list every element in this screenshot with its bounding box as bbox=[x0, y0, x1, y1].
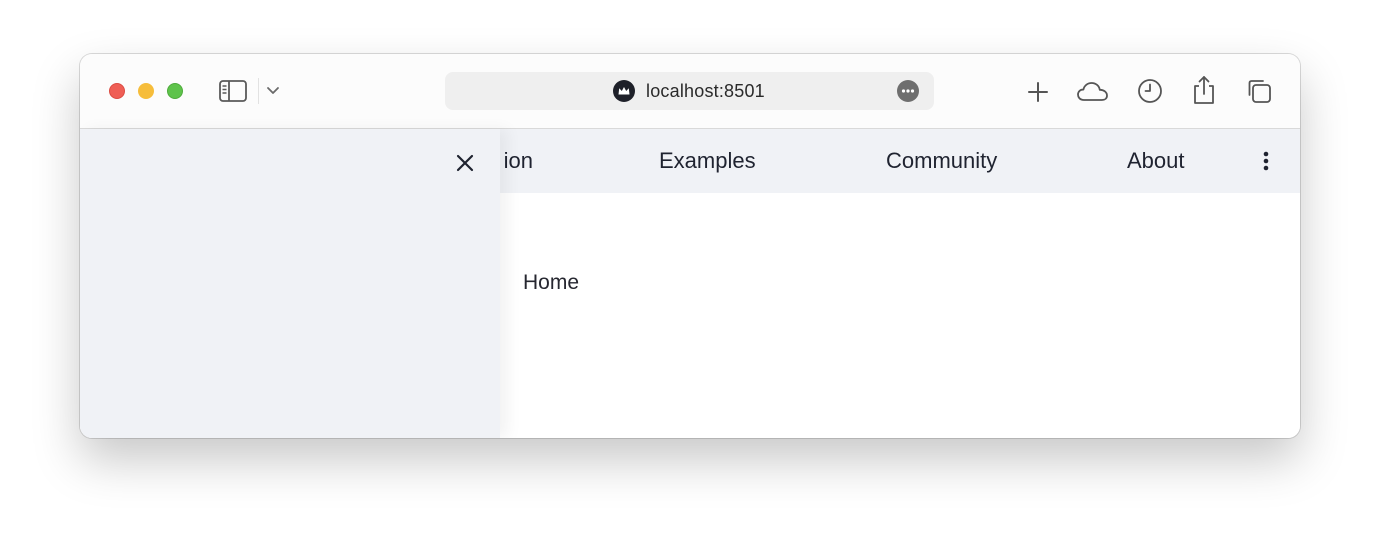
sidebar-menu-button[interactable] bbox=[264, 82, 282, 100]
browser-window: localhost:8501 ion Examples Community Ab… bbox=[80, 54, 1300, 438]
cloud-icon bbox=[1077, 82, 1108, 101]
history-button[interactable] bbox=[1136, 77, 1164, 105]
home-text: Home bbox=[523, 271, 580, 294]
chevron-down-icon bbox=[267, 87, 279, 94]
icloud-tabs-button[interactable] bbox=[1076, 78, 1110, 106]
clock-icon bbox=[1138, 79, 1162, 103]
page-menu-button[interactable] bbox=[897, 80, 919, 102]
nav-more-button[interactable] bbox=[1256, 149, 1276, 173]
new-tab-button[interactable] bbox=[1024, 78, 1052, 106]
close-window-button[interactable] bbox=[109, 83, 125, 99]
nav-item-community[interactable]: Community bbox=[886, 148, 997, 174]
nav-item-about[interactable]: About bbox=[1127, 148, 1185, 174]
nav-item-examples[interactable]: Examples bbox=[659, 148, 756, 174]
ellipsis-icon bbox=[901, 89, 915, 93]
close-drawer-button[interactable] bbox=[453, 151, 477, 175]
vertical-ellipsis-icon bbox=[1263, 151, 1269, 171]
url-text: localhost:8501 bbox=[646, 81, 765, 101]
tabs-icon bbox=[1248, 80, 1271, 103]
toolbar-divider bbox=[258, 78, 259, 104]
tab-overview-button[interactable] bbox=[1244, 76, 1274, 106]
share-icon bbox=[1194, 76, 1214, 104]
streamlit-crown-icon bbox=[613, 80, 635, 102]
sidebar-drawer bbox=[80, 129, 500, 438]
share-button[interactable] bbox=[1190, 74, 1218, 106]
browser-toolbar: localhost:8501 bbox=[80, 54, 1300, 129]
minimize-window-button[interactable] bbox=[138, 83, 154, 99]
close-icon bbox=[456, 154, 474, 172]
maximize-window-button[interactable] bbox=[167, 83, 183, 99]
address-bar[interactable]: localhost:8501 bbox=[445, 72, 934, 110]
plus-icon bbox=[1028, 82, 1048, 102]
page-content: ion Examples Community About Home bbox=[80, 129, 1300, 438]
sidebar-icon bbox=[219, 80, 247, 102]
sidebar-toggle-button[interactable] bbox=[218, 79, 248, 103]
